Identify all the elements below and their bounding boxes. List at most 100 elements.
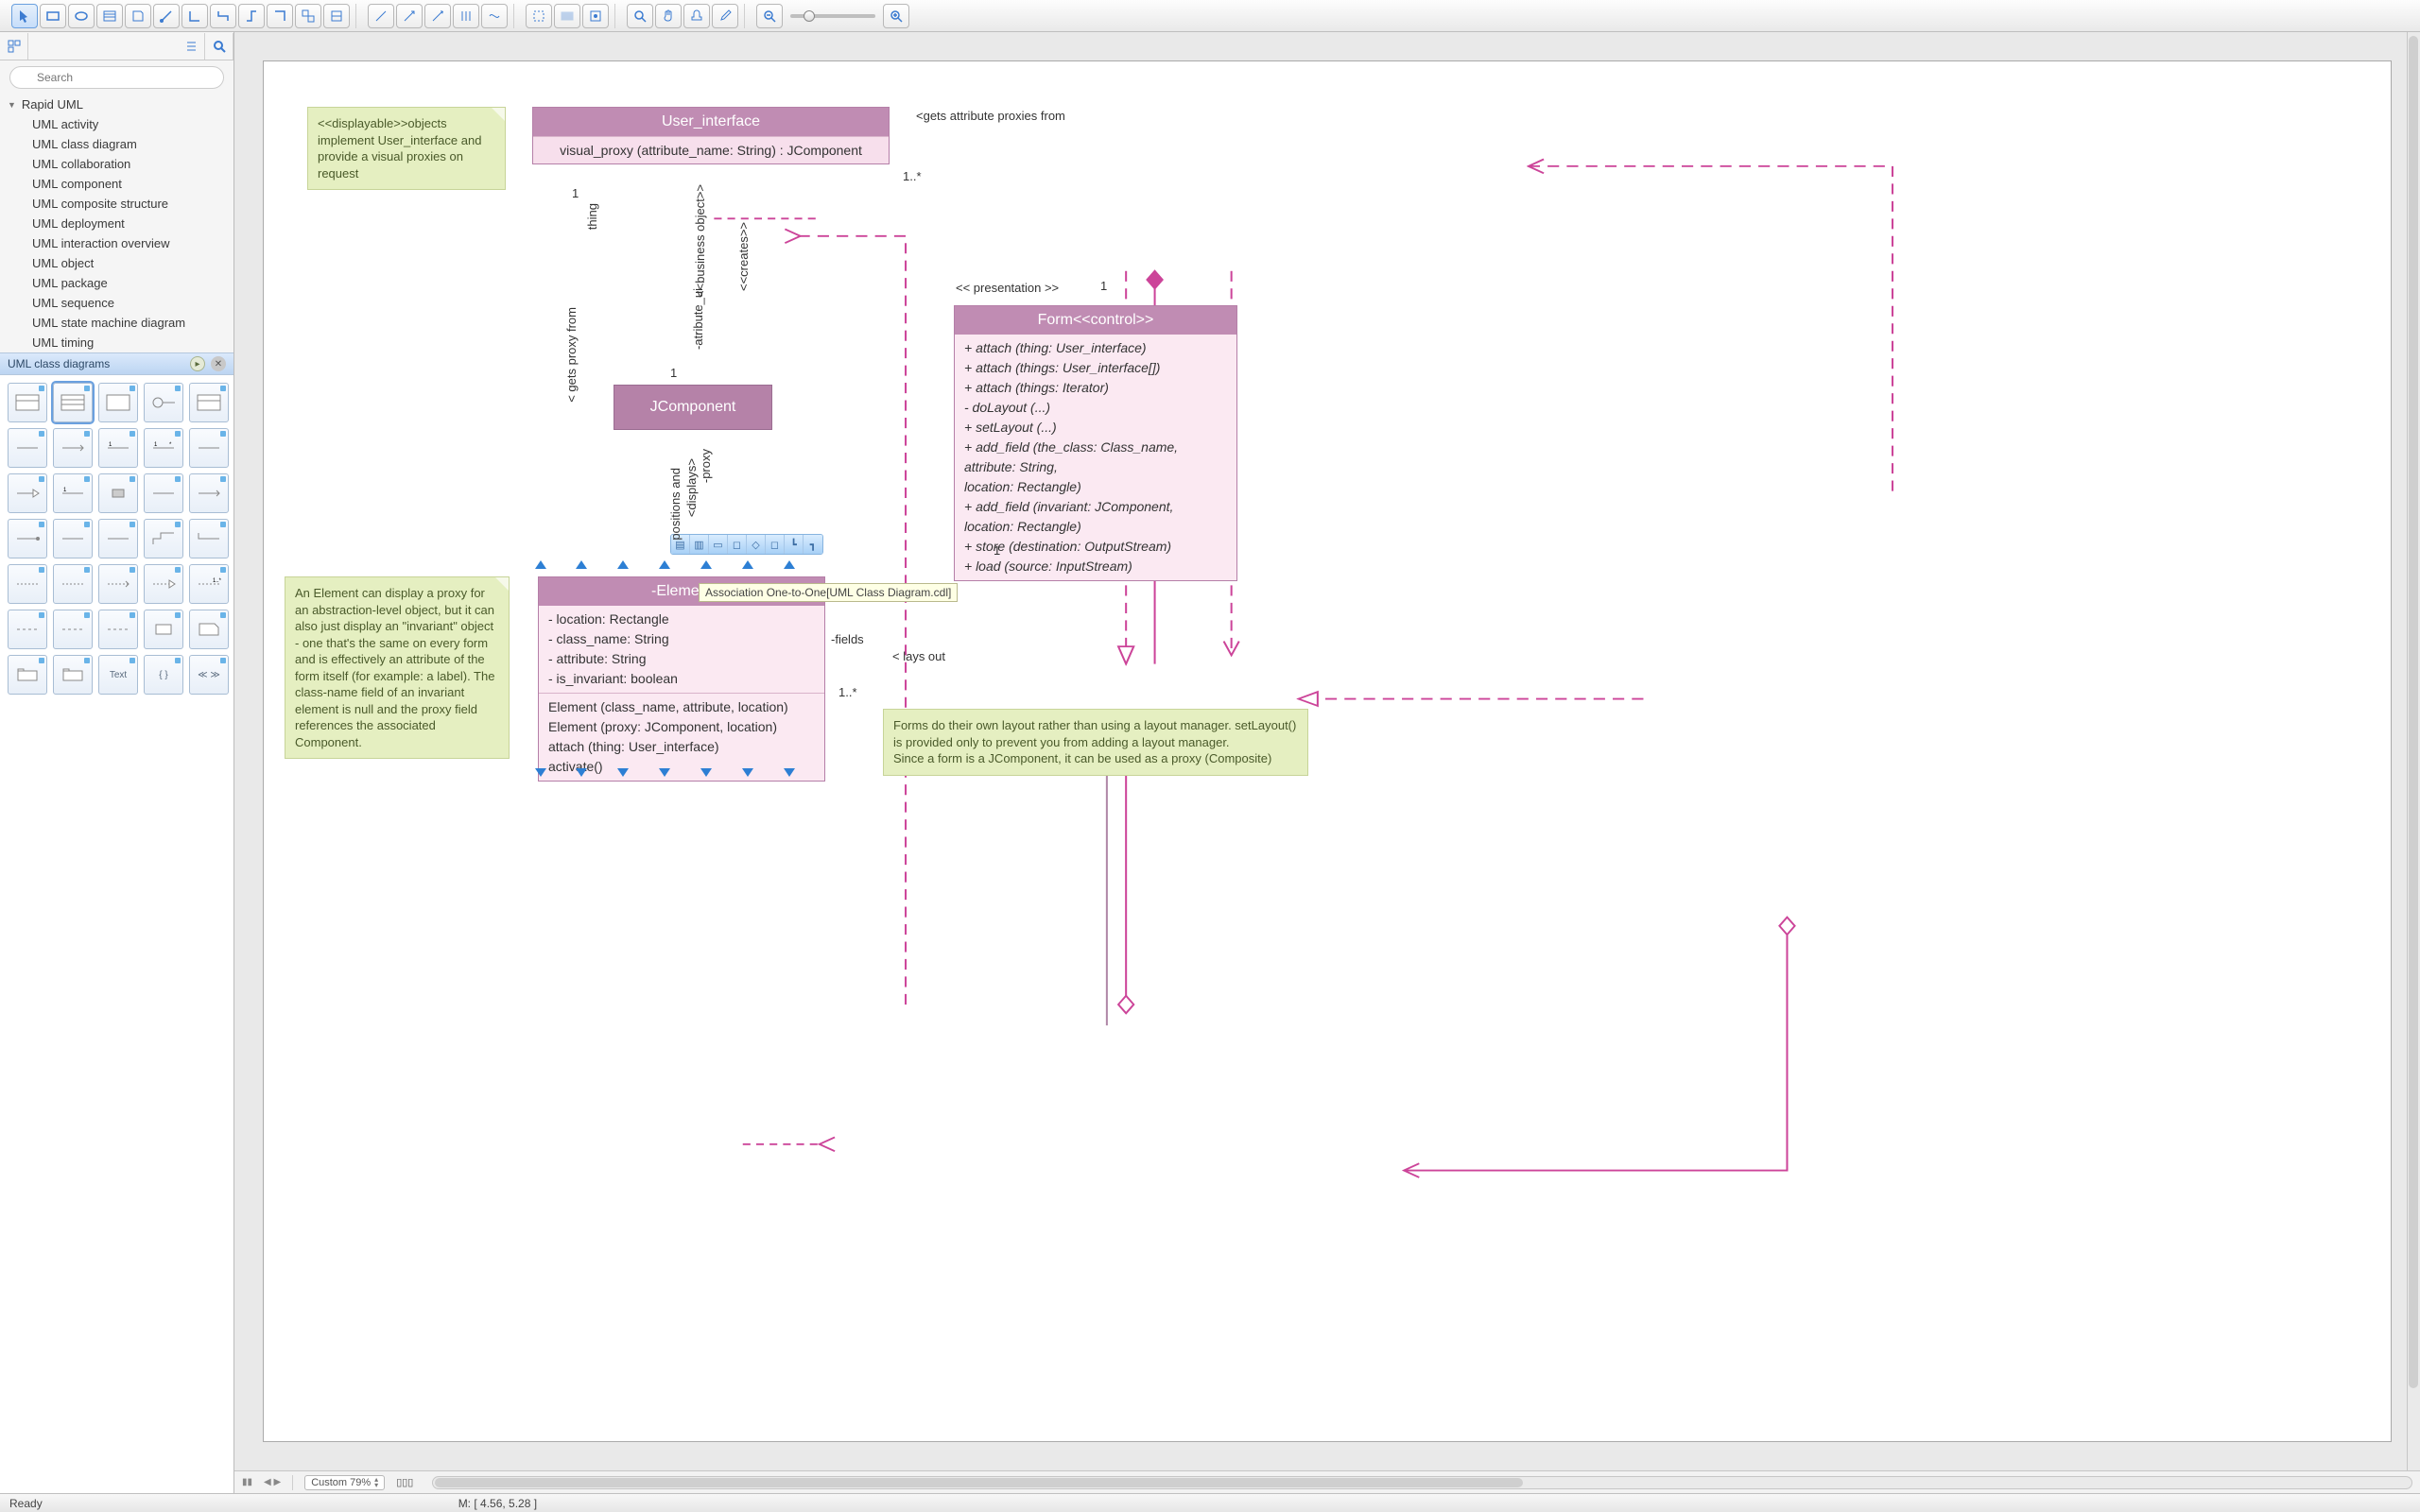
zoom-in-button[interactable] xyxy=(883,4,909,28)
tree-item[interactable]: UML sequence xyxy=(0,293,233,313)
selection-handle[interactable] xyxy=(659,768,670,777)
ruler-pages-icon[interactable]: ▯▯▯ xyxy=(396,1476,413,1488)
pal-interface[interactable] xyxy=(144,383,183,422)
tree-item[interactable]: UML interaction overview xyxy=(0,233,233,253)
pal-constraint[interactable]: { } xyxy=(144,655,183,695)
pal-pkg2[interactable] xyxy=(53,655,93,695)
tool-table[interactable] xyxy=(96,4,123,28)
pal-comp4[interactable] xyxy=(144,564,183,604)
pal-comp5[interactable]: 1..* xyxy=(189,564,229,604)
tool-connector[interactable] xyxy=(153,4,180,28)
pal-gen2[interactable]: 1 xyxy=(53,473,93,513)
library-tab-icon[interactable] xyxy=(0,33,28,60)
tree-item[interactable]: UML composite structure xyxy=(0,194,233,214)
selection-handle[interactable] xyxy=(742,768,753,777)
ctx-icon[interactable]: ┓ xyxy=(804,535,822,554)
selection-handle[interactable] xyxy=(700,768,712,777)
tree-item[interactable]: UML activity xyxy=(0,114,233,134)
tool-ortho1[interactable] xyxy=(182,4,208,28)
pal-dep3[interactable] xyxy=(98,519,138,558)
pal-pkg1[interactable] xyxy=(8,655,47,695)
tree-item[interactable]: UML state machine diagram xyxy=(0,313,233,333)
pal-dep5[interactable] xyxy=(189,519,229,558)
tool-rect[interactable] xyxy=(40,4,66,28)
tool-eyedrop[interactable] xyxy=(712,4,738,28)
pal-nav[interactable]: ≪ ≫ xyxy=(189,655,229,695)
note-form[interactable]: Forms do their own layout rather than us… xyxy=(883,709,1308,776)
tree-root[interactable]: Rapid UML xyxy=(0,94,233,114)
pal-assoc2[interactable] xyxy=(53,428,93,468)
tree-item[interactable]: UML object xyxy=(0,253,233,273)
tool-group2[interactable] xyxy=(323,4,350,28)
ctx-icon[interactable]: ◻ xyxy=(728,535,747,554)
tree-item[interactable]: UML package xyxy=(0,273,233,293)
tool-hand[interactable] xyxy=(655,4,682,28)
tool-note[interactable] xyxy=(125,4,151,28)
pal-gen5[interactable] xyxy=(189,473,229,513)
selection-handle[interactable] xyxy=(742,560,753,569)
tool-line4[interactable] xyxy=(453,4,479,28)
tree-item[interactable]: UML component xyxy=(0,174,233,194)
class-user-interface[interactable]: User_interface visual_proxy (attribute_n… xyxy=(532,107,890,164)
search-input[interactable] xyxy=(9,66,224,89)
tool-ortho2[interactable] xyxy=(210,4,236,28)
pal-gen4[interactable] xyxy=(144,473,183,513)
class-element[interactable]: -Element - location: Rectangle- class_na… xyxy=(538,576,825,782)
pal-class[interactable] xyxy=(8,383,47,422)
search-tab-icon[interactable] xyxy=(205,33,233,60)
zoom-slider-track[interactable] xyxy=(790,14,875,18)
tree-item[interactable]: UML collaboration xyxy=(0,154,233,174)
selection-handle[interactable] xyxy=(617,768,629,777)
tool-zoom-in[interactable] xyxy=(627,4,653,28)
note-element[interactable]: An Element can display a proxy for an ab… xyxy=(285,576,510,759)
palette-save-icon[interactable]: ▸ xyxy=(190,356,205,371)
zoom-slider-thumb[interactable] xyxy=(804,10,815,22)
selection-handle[interactable] xyxy=(576,560,587,569)
context-toolstrip[interactable]: ▤ ▥ ▭ ◻ ◇ ◻ ┗ ┓ xyxy=(670,534,823,555)
pal-dep2[interactable] xyxy=(53,519,93,558)
tool-line1[interactable] xyxy=(368,4,394,28)
palette-close-icon[interactable]: ✕ xyxy=(211,356,226,371)
tool-line3[interactable] xyxy=(424,4,451,28)
pal-text[interactable]: Text xyxy=(98,655,138,695)
selection-handle[interactable] xyxy=(700,560,712,569)
pal-note1[interactable] xyxy=(8,610,47,649)
tool-ortho4[interactable] xyxy=(267,4,293,28)
selection-handle[interactable] xyxy=(617,560,629,569)
drawing-canvas[interactable]: <<displayable>>objects implement User_in… xyxy=(263,60,2392,1442)
tree-item[interactable]: UML deployment xyxy=(0,214,233,233)
pal-assoc4[interactable]: 1* xyxy=(144,428,183,468)
pal-comp3[interactable] xyxy=(98,564,138,604)
tool-region2[interactable] xyxy=(554,4,580,28)
selection-handle[interactable] xyxy=(784,768,795,777)
selection-handle[interactable] xyxy=(535,768,546,777)
pal-comp2[interactable] xyxy=(53,564,93,604)
selection-handle[interactable] xyxy=(784,560,795,569)
tree-item[interactable]: UML timing xyxy=(0,333,233,352)
pal-note3[interactable] xyxy=(98,610,138,649)
class-form[interactable]: Form<<control>> + attach (thing: User_in… xyxy=(954,305,1237,581)
selection-handle[interactable] xyxy=(576,768,587,777)
horizontal-scrollbar[interactable] xyxy=(432,1476,2412,1489)
list-tab-icon[interactable] xyxy=(177,33,205,60)
selection-handle[interactable] xyxy=(535,560,546,569)
tool-group1[interactable] xyxy=(295,4,321,28)
pal-note5[interactable] xyxy=(189,610,229,649)
pal-gen3[interactable] xyxy=(98,473,138,513)
tool-region3[interactable] xyxy=(582,4,609,28)
class-jcomponent[interactable]: JComponent xyxy=(614,385,772,430)
pal-dep4[interactable] xyxy=(144,519,183,558)
pal-object[interactable] xyxy=(189,383,229,422)
tool-region1[interactable] xyxy=(526,4,552,28)
tool-stamp[interactable] xyxy=(683,4,710,28)
ctx-icon[interactable]: ◇ xyxy=(747,535,766,554)
pal-assoc1[interactable] xyxy=(8,428,47,468)
tool-line2[interactable] xyxy=(396,4,423,28)
pal-gen1[interactable] xyxy=(8,473,47,513)
tree-item[interactable]: UML class diagram xyxy=(0,134,233,154)
ruler-nav[interactable]: ◀ ▶ xyxy=(264,1477,281,1487)
vertical-scrollbar[interactable] xyxy=(2407,32,2420,1470)
pal-dep1[interactable] xyxy=(8,519,47,558)
ruler-pause-icon[interactable]: ▮▮ xyxy=(242,1477,252,1487)
selection-handle[interactable] xyxy=(659,560,670,569)
